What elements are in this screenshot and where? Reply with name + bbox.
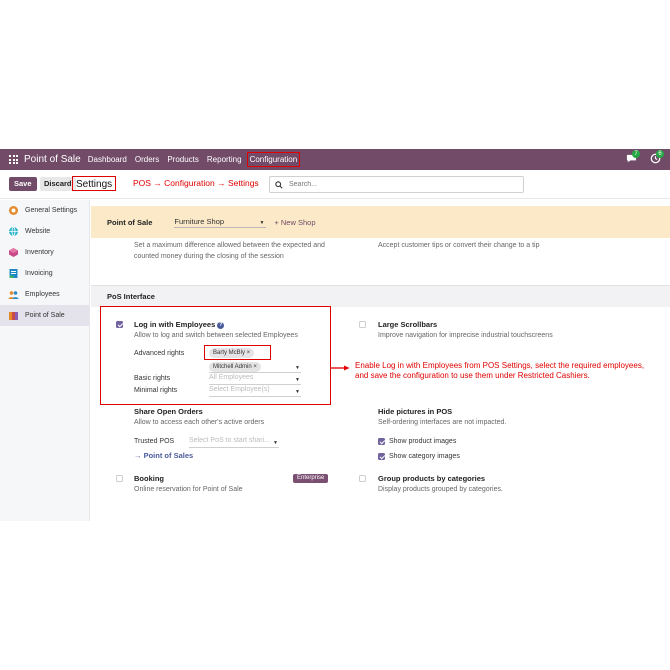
- new-shop-button[interactable]: + New Shop: [274, 218, 315, 227]
- setting-desc: Online reservation for Point of Sale: [134, 486, 243, 493]
- sidebar-item-label: Invoicing: [25, 270, 53, 277]
- menu-dashboard[interactable]: Dashboard: [88, 155, 127, 164]
- sidebar-item-inventory[interactable]: Inventory: [0, 242, 89, 263]
- show-category-images-checkbox[interactable]: [378, 453, 385, 460]
- menu-configuration[interactable]: Configuration: [246, 152, 301, 167]
- setting-desc: Allow to access each other's active orde…: [134, 419, 265, 426]
- box-icon: [8, 247, 19, 258]
- people-icon: [8, 289, 19, 300]
- main-menu: Dashboard Orders Products Reporting Conf…: [88, 152, 305, 167]
- globe-icon: [8, 226, 19, 237]
- setting-title: Large Scrollbars: [378, 320, 438, 329]
- discard-button[interactable]: Discard: [40, 177, 76, 191]
- sidebar-item-general-settings[interactable]: General Settings: [0, 200, 89, 221]
- cash-difference-desc: Set a maximum difference allowed between…: [134, 240, 325, 262]
- annotation-line: and save the configuration to use them u…: [355, 371, 590, 380]
- shop-icon: [8, 310, 19, 321]
- search-icon: [275, 180, 283, 189]
- setting-title: Group products by categories: [378, 474, 486, 483]
- sidebar-item-employees[interactable]: Employees: [0, 284, 89, 305]
- annotation-instructions: Enable Log in with Employees from POS Se…: [355, 361, 644, 381]
- caret-down-icon: ▼: [259, 219, 265, 226]
- sidebar-item-invoicing[interactable]: Invoicing: [0, 263, 89, 284]
- enterprise-badge: Enterprise: [293, 474, 329, 483]
- sidebar-item-label: General Settings: [25, 207, 78, 214]
- odoo-logo-icon: [8, 205, 19, 216]
- settings-sidebar: General Settings Website Inventory Invoi…: [0, 200, 90, 521]
- share-orders-setting: Share Open Orders Allow to access each o…: [134, 407, 264, 426]
- desc-line: counted money during the closing of the …: [134, 253, 284, 260]
- apps-menu-icon[interactable]: [9, 155, 18, 164]
- navbar-systray: 7 6: [626, 150, 664, 165]
- trusted-pos-placeholder: Select PoS to start shari...: [189, 437, 270, 444]
- sidebar-item-label: Point of Sale: [25, 312, 65, 319]
- booking-checkbox[interactable]: [116, 475, 123, 482]
- pos-selector-bar: Point of Sale Furniture Shop ▼ + New Sho…: [91, 206, 670, 238]
- save-button[interactable]: Save: [9, 177, 37, 191]
- activity-button[interactable]: 6: [650, 150, 664, 165]
- annotation-path: POS → Configuration → Settings: [133, 178, 259, 188]
- show-product-images-checkbox[interactable]: [378, 438, 385, 445]
- search-input[interactable]: [289, 181, 489, 188]
- menu-orders[interactable]: Orders: [135, 155, 159, 164]
- booking-setting: Booking Online reservation for Point of …: [134, 474, 243, 493]
- setting-desc: Improve navigation for imprecise industr…: [378, 332, 553, 339]
- show-product-images-label: Show product images: [389, 438, 457, 445]
- setting-desc: Display products grouped by categories.: [378, 486, 503, 493]
- section-title-pos-interface: PoS Interface: [91, 285, 670, 307]
- large-scrollbars-checkbox[interactable]: [359, 321, 366, 328]
- invoice-icon: [8, 268, 19, 279]
- sidebar-item-label: Employees: [25, 291, 60, 298]
- control-panel: Save Discard Settings POS → Configuratio…: [0, 170, 670, 199]
- trusted-pos-field[interactable]: Select PoS to start shari... ▼: [189, 437, 279, 448]
- app-name[interactable]: Point of Sale: [24, 154, 81, 165]
- top-navbar: Point of Sale Dashboard Orders Products …: [0, 149, 670, 170]
- annotation-line: Enable Log in with Employees from POS Se…: [355, 361, 645, 370]
- breadcrumb: Settings: [72, 176, 117, 191]
- setting-title: Hide pictures in POS: [378, 407, 453, 416]
- login-employees-highlight-box: [100, 306, 331, 405]
- setting-title: Share Open Orders: [134, 407, 203, 416]
- sidebar-item-label: Inventory: [25, 249, 54, 256]
- menu-reporting[interactable]: Reporting: [207, 155, 242, 164]
- menu-products[interactable]: Products: [167, 155, 199, 164]
- chat-button[interactable]: 7: [626, 150, 640, 165]
- group-products-checkbox[interactable]: [359, 475, 366, 482]
- sidebar-item-website[interactable]: Website: [0, 221, 89, 242]
- setting-desc: Self-ordering interfaces are not impacte…: [378, 419, 507, 426]
- caret-down-icon: ▼: [273, 440, 278, 446]
- sidebar-item-point-of-sale[interactable]: Point of Sale: [0, 305, 89, 326]
- show-category-images-label: Show category images: [389, 453, 460, 460]
- setting-title: Booking: [134, 474, 164, 483]
- pos-label: Point of Sale: [107, 217, 153, 227]
- tips-desc: Accept customer tips or convert their ch…: [378, 242, 540, 249]
- activity-count-badge: 6: [656, 150, 664, 158]
- search-box[interactable]: [269, 176, 524, 193]
- trusted-pos-label: Trusted POS: [134, 438, 175, 445]
- pos-shop-value: Furniture Shop: [174, 216, 225, 226]
- chat-count-badge: 7: [632, 150, 640, 158]
- group-products-setting: Group products by categories Display pro…: [378, 474, 503, 493]
- hide-pictures-setting: Hide pictures in POS Self-ordering inter…: [378, 407, 506, 426]
- pos-shop-select[interactable]: Furniture Shop ▼: [174, 216, 267, 228]
- large-scrollbars-setting: Large Scrollbars Improve navigation for …: [378, 320, 553, 339]
- point-of-sales-link[interactable]: → Point of Sales: [134, 451, 193, 460]
- desc-line: Set a maximum difference allowed between…: [134, 242, 325, 249]
- sidebar-item-label: Website: [25, 228, 51, 235]
- annotation-arrow-icon: [331, 365, 350, 371]
